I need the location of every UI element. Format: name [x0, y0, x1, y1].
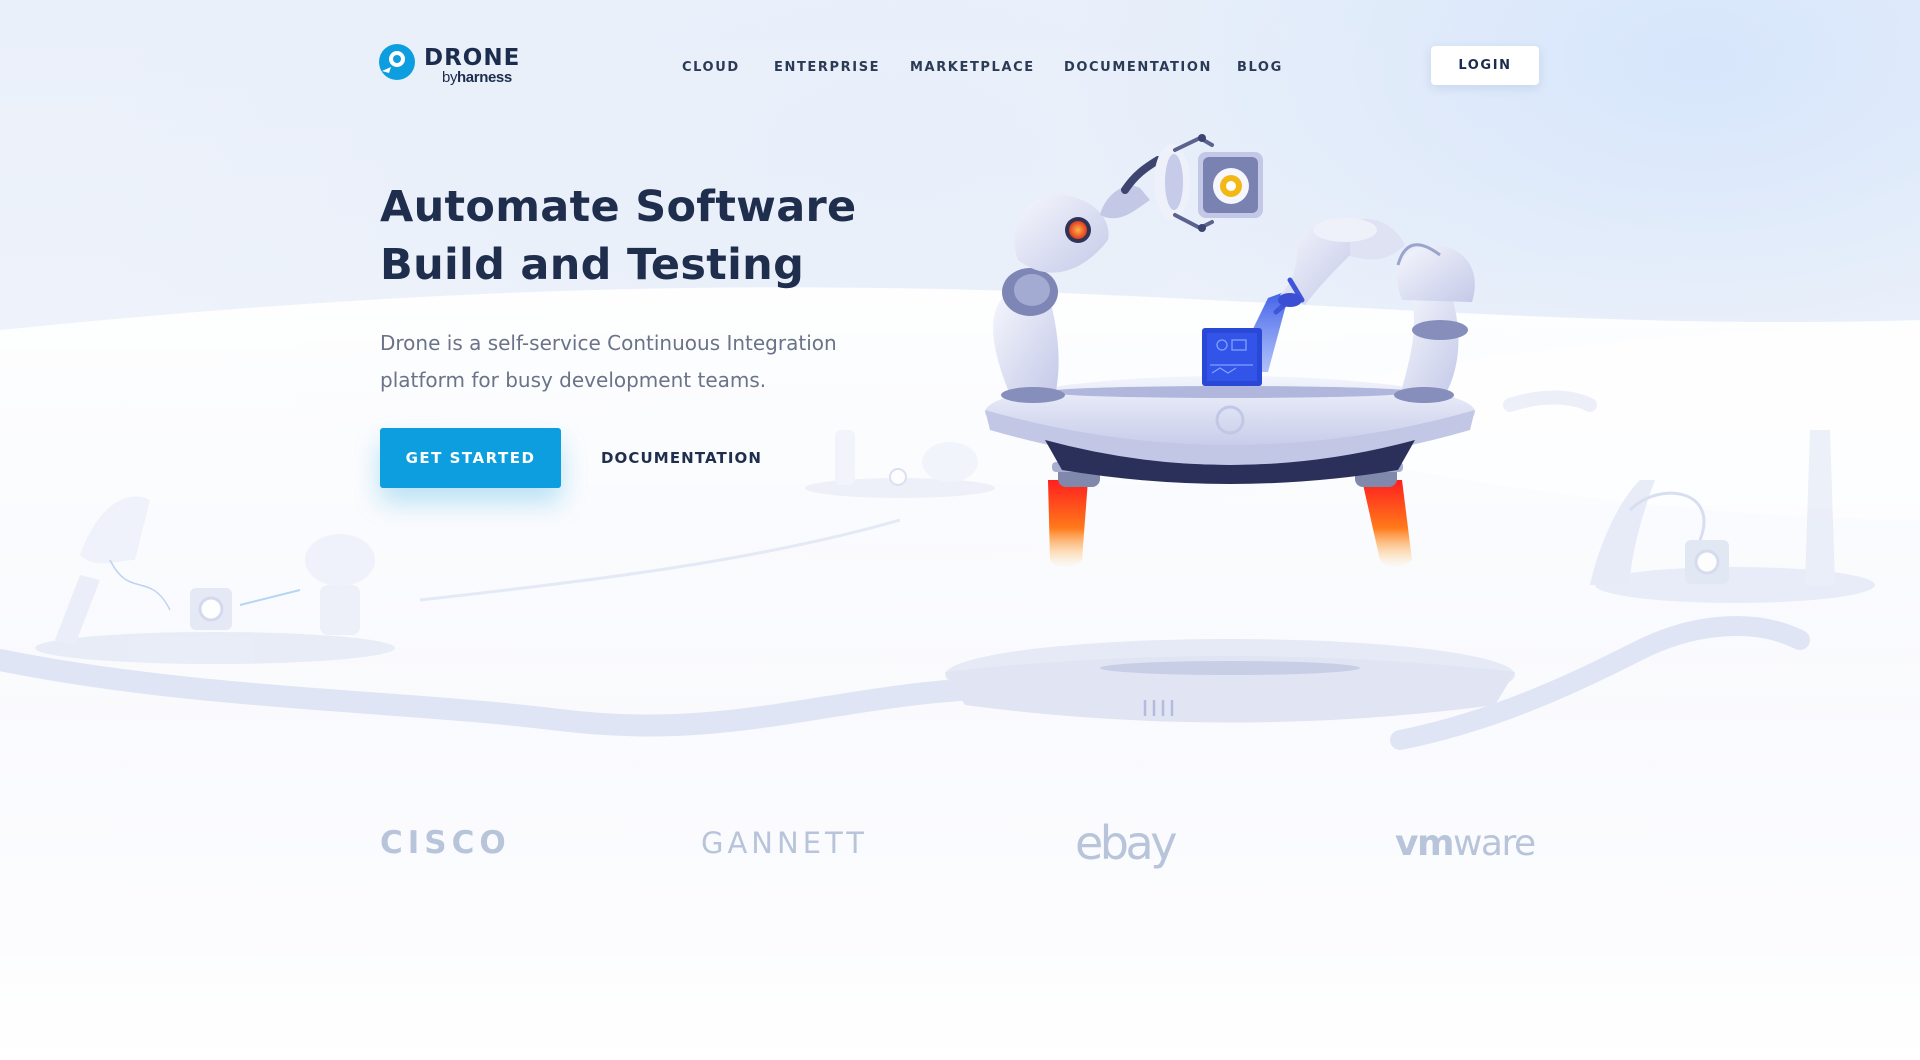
logo-company: harness	[457, 69, 512, 86]
customer-logos: CISCO GANNETT ebay vmware	[0, 820, 1920, 910]
nav-item-blog[interactable]: BLOG	[1237, 60, 1283, 75]
gannett-logo: GANNETT	[701, 826, 868, 860]
hero-title-line-2: Build and Testing	[380, 240, 805, 290]
documentation-link[interactable]: DOCUMENTATION	[601, 449, 762, 467]
nav-item-cloud[interactable]: CLOUD	[682, 60, 740, 75]
vmware-logo-ware: ware	[1452, 823, 1536, 864]
landing-page: DRONE byharness CLOUD ENTERPRISE MARKETP…	[0, 0, 1920, 1060]
ebay-logo: ebay	[1075, 816, 1177, 870]
logo-by: by	[442, 69, 458, 86]
cisco-logo: CISCO	[380, 825, 511, 861]
hero-title-line-1: Automate Software	[380, 182, 857, 232]
drone-logo[interactable]: DRONE byharness	[378, 42, 528, 88]
vmware-logo: vmware	[1395, 823, 1536, 864]
vmware-logo-vm: vm	[1395, 823, 1454, 864]
login-button[interactable]: LOGIN	[1431, 46, 1539, 85]
nav-item-enterprise[interactable]: ENTERPRISE	[774, 60, 880, 75]
nav-item-marketplace[interactable]: MARKETPLACE	[910, 60, 1035, 75]
hero-subtitle: Drone is a self-service Continuous Integ…	[380, 325, 880, 399]
get-started-button[interactable]: GET STARTED	[380, 428, 561, 488]
hero-subtitle-line-1: Drone is a self-service Continuous Integ…	[380, 331, 837, 355]
hero-subtitle-line-2: platform for busy development teams.	[380, 368, 767, 392]
nav-item-documentation[interactable]: DOCUMENTATION	[1064, 60, 1212, 75]
hero-title: Automate Software Build and Testing	[380, 178, 860, 294]
drone-logo-icon	[379, 44, 415, 80]
logo-byline: byharness	[442, 70, 512, 85]
logo-wordmark: DRONE	[424, 45, 521, 71]
site-header: DRONE byharness CLOUD ENTERPRISE MARKETP…	[0, 0, 1920, 130]
